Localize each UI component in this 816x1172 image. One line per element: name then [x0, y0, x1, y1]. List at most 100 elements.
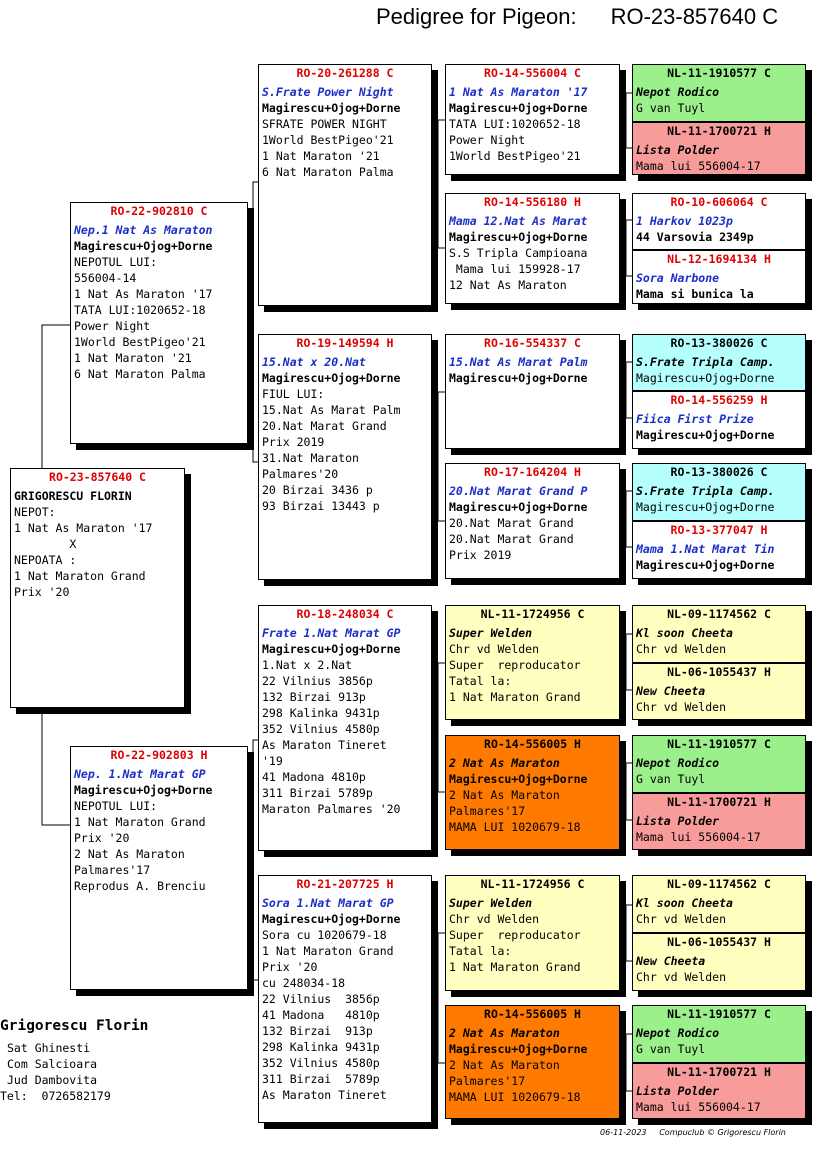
g4-female[interactable]: NL-06-1055437 H New Cheeta Chr vd Welden: [633, 932, 805, 990]
g4-pair-3[interactable]: RO-13-380026 C S.Frate Tripla Camp. Magi…: [632, 334, 806, 449]
subject-line: NEPOT:: [14, 505, 56, 519]
g4-pair-2[interactable]: RO-10-606064 C 1 Harkov 1023p 44 Varsovi…: [632, 193, 806, 304]
nickname: Nepot Rodico: [636, 85, 720, 99]
ring-number: RO-17-164204 H: [484, 465, 581, 479]
note-line: 1 Nat Maraton Grand: [262, 944, 394, 958]
note-line: Prix '20: [262, 960, 318, 974]
g4-male[interactable]: RO-13-380026 C S.Frate Tripla Camp. Magi…: [633, 335, 805, 390]
g4-pair-1[interactable]: NL-11-1910577 C Nepot Rodico G van Tuyl …: [632, 64, 806, 175]
dss-box[interactable]: NL-11-1724956 C Super Welden Chr vd Weld…: [445, 605, 620, 720]
strain: 44 Varsovia 2349p: [636, 230, 754, 244]
nickname: Sora Narbone: [636, 271, 720, 285]
sss-box[interactable]: RO-14-556004 C 1 Nat As Maraton '17 Magi…: [445, 64, 620, 175]
note-line: Super reproducator: [449, 658, 581, 672]
g4-male[interactable]: NL-11-1910577 C Nepot Rodico G van Tuyl: [633, 65, 805, 121]
dam-dam-box[interactable]: RO-21-207725 H Sora 1.Nat Marat GP Magir…: [258, 875, 432, 1123]
strain: Magirescu+Ojog+Dorne: [449, 101, 588, 115]
strain: Magirescu+Ojog+Dorne: [449, 230, 588, 244]
g4-female[interactable]: RO-13-377047 H Mama 1.Nat Marat Tin Magi…: [633, 520, 805, 578]
subject-line: Prix '20: [14, 585, 70, 599]
note-line: 93 Birzai 13443 p: [262, 499, 380, 513]
note-line: Prix 2019: [449, 548, 512, 562]
subject-box[interactable]: RO-23-857640 C GRIGORESCU FLORIN NEPOT: …: [10, 468, 185, 708]
g4-female[interactable]: NL-11-1700721 H Lista Polder Mama lui 55…: [633, 121, 805, 174]
ring-number: NL-11-1724956 C: [480, 607, 585, 621]
ddd-box[interactable]: RO-14-556005 H 2 Nat As Maraton Magiresc…: [445, 1005, 620, 1119]
nickname: Kl soon Cheeta: [636, 626, 733, 640]
g4-male[interactable]: NL-09-1174562 C Kl soon Cheeta Chr vd We…: [633, 876, 805, 932]
strain: Magirescu+Ojog+Dorne: [636, 558, 775, 572]
g4-male[interactable]: RO-10-606064 C 1 Harkov 1023p 44 Varsovi…: [633, 194, 805, 249]
note-line: 311 Birzai 5789p: [262, 786, 373, 800]
g4-female[interactable]: NL-11-1700721 H Lista Polder Mama lui 55…: [633, 792, 805, 849]
sire-dam-box[interactable]: RO-19-149594 H 15.Nat x 20.Nat Magirescu…: [258, 334, 432, 580]
g4-female[interactable]: NL-12-1694134 H Sora Narbone Mama si bun…: [633, 249, 805, 303]
nickname: S.Frate Tripla Camp.: [636, 484, 775, 498]
g4-male[interactable]: NL-11-1910577 C Nepot Rodico G van Tuyl: [633, 1006, 805, 1062]
note-line: 1 Nat Maraton Grand: [449, 960, 581, 974]
ring-number: RO-14-556259 H: [670, 393, 768, 407]
strain: Magirescu+Ojog+Dorne: [449, 772, 588, 786]
dds-box[interactable]: NL-11-1724956 C Super Welden Chr vd Weld…: [445, 875, 620, 991]
note-line: 22 Vilnius 3856p: [262, 992, 380, 1006]
subject-line: NEPOATA :: [14, 553, 77, 567]
note-line: 1 Nat Maraton '21: [74, 351, 192, 365]
owner-phone: Tel: 0726582179: [0, 1089, 111, 1103]
note-line: 41 Madona 4810p: [262, 770, 366, 784]
g4-pair-5[interactable]: NL-09-1174562 C Kl soon Cheeta Chr vd We…: [632, 605, 806, 720]
note-line: 2 Nat As Maraton: [449, 788, 560, 802]
note-line: Prix '20: [74, 831, 130, 845]
note-line: 298 Kalinka 9431p: [262, 706, 380, 720]
nickname: New Cheeta: [636, 684, 706, 698]
sds-box[interactable]: RO-16-554337 C 15.Nat As Marat Palm Magi…: [445, 334, 620, 449]
g4-female[interactable]: NL-06-1055437 H New Cheeta Chr vd Welden: [633, 662, 805, 719]
g4-pair-7[interactable]: NL-09-1174562 C Kl soon Cheeta Chr vd We…: [632, 875, 806, 991]
sdd-box[interactable]: RO-17-164204 H 20.Nat Marat Grand P Magi…: [445, 463, 620, 579]
g4-male[interactable]: RO-13-380026 C S.Frate Tripla Camp. Magi…: [633, 464, 805, 520]
strain: Magirescu+Ojog+Dorne: [636, 371, 775, 385]
note-line: 1 Nat As Maraton '17: [74, 287, 213, 301]
note-line: cu 248034-18: [262, 976, 346, 990]
note-line: FIUL LUI:: [262, 387, 325, 401]
sire-box[interactable]: RO-22-902810 C Nep.1 Nat As Maraton Magi…: [70, 202, 248, 444]
sire-sire-box[interactable]: RO-20-261288 C S.Frate Power Night Magir…: [258, 64, 432, 306]
ring-number: NL-11-1910577 C: [667, 1007, 771, 1021]
strain: Magirescu+Ojog+Dorne: [636, 500, 775, 514]
dam-sire-box[interactable]: RO-18-248034 C Frate 1.Nat Marat GP Magi…: [258, 605, 432, 851]
strain: Chr vd Welden: [636, 642, 727, 656]
note-line: Maraton Palmares '20: [262, 802, 401, 816]
nickname: Fiica First Prize: [636, 412, 754, 426]
strain: Magirescu+Ojog+Dorne: [262, 101, 401, 115]
ring-number: RO-20-261288 C: [296, 66, 394, 80]
nickname: 1 Harkov 1023p: [636, 214, 733, 228]
g4-pair-4[interactable]: RO-13-380026 C S.Frate Tripla Camp. Magi…: [632, 463, 806, 579]
ring-number: NL-09-1174562 C: [667, 877, 771, 891]
g4-male[interactable]: NL-09-1174562 C Kl soon Cheeta Chr vd We…: [633, 606, 805, 662]
g4-pair-8[interactable]: NL-11-1910577 C Nepot Rodico G van Tuyl …: [632, 1005, 806, 1119]
note-line: Sora cu 1020679-18: [262, 928, 387, 942]
strain: Chr vd Welden: [449, 912, 540, 926]
ring-number: RO-14-556005 H: [484, 737, 581, 751]
ring-number: NL-11-1910577 C: [667, 737, 771, 751]
nickname: 1 Nat As Maraton '17: [449, 85, 588, 99]
g4-female[interactable]: RO-14-556259 H Fiica First Prize Magires…: [633, 390, 805, 448]
note-line: Reprodus A. Brenciu: [74, 879, 206, 893]
dsd-box[interactable]: RO-14-556005 H 2 Nat As Maraton Magiresc…: [445, 735, 620, 850]
g4-pair-6[interactable]: NL-11-1910577 C Nepot Rodico G van Tuyl …: [632, 735, 806, 850]
owner-name: Grigorescu Florin: [0, 1018, 149, 1034]
ssd-box[interactable]: RO-14-556180 H Mama 12.Nat As Marat Magi…: [445, 193, 620, 304]
note-line: Palmares'20: [262, 467, 339, 481]
note-line: S.S Tripla Campioana: [449, 246, 588, 260]
strain: Chr vd Welden: [636, 912, 727, 926]
note-line: 132 Birzai 913p: [262, 1024, 373, 1038]
g4-female[interactable]: NL-11-1700721 H Lista Polder Mama lui 55…: [633, 1062, 805, 1118]
nickname: New Cheeta: [636, 954, 706, 968]
note-line: 1World BestPigeo'21: [449, 149, 581, 163]
dam-box[interactable]: RO-22-902803 H Nep. 1.Nat Marat GP Magir…: [70, 746, 248, 990]
note-line: 20.Nat Marat Grand: [449, 532, 574, 546]
nickname: Super Welden: [449, 896, 533, 910]
ring-number: RO-14-556004 C: [484, 66, 581, 80]
ring-number: RO-14-556005 H: [484, 1007, 581, 1021]
g4-male[interactable]: NL-11-1910577 C Nepot Rodico G van Tuyl: [633, 736, 805, 792]
ring-number: RO-13-380026 C: [670, 336, 768, 350]
